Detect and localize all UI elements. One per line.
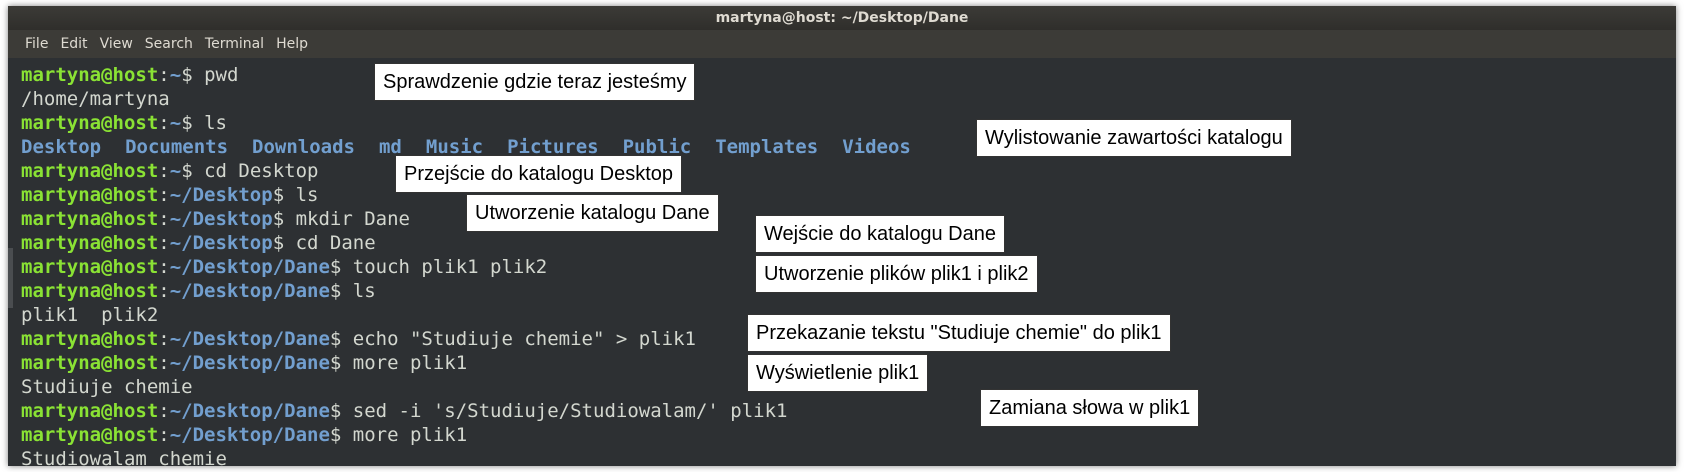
output-text: Studiuje chemie	[21, 376, 193, 398]
command-text: sed -i 's/Studiuje/Studiowalam/' plik1	[341, 400, 788, 422]
prompt-path: ~/Desktop/Dane	[169, 424, 330, 446]
prompt-colon: :	[158, 328, 170, 350]
prompt-line: martyna@host:~/Desktop/Dane$ more plik1	[21, 423, 911, 447]
prompt-symbol: $	[329, 280, 342, 302]
scroll-indicator	[8, 248, 13, 308]
annotation-mkdir: Utworzenie katalogu Dane	[466, 194, 719, 232]
prompt-path: ~/Desktop	[169, 232, 273, 254]
prompt-path: ~/Desktop/Dane	[169, 400, 330, 422]
prompt-colon: :	[158, 208, 170, 230]
prompt-colon: :	[158, 184, 170, 206]
prompt-user: martyna@host	[21, 112, 159, 134]
output-text: Studiowalam chemie	[21, 448, 227, 470]
prompt-symbol: $	[329, 256, 342, 278]
annotation-touch: Utworzenie plików plik1 i plik2	[755, 255, 1038, 293]
prompt-user: martyna@host	[21, 160, 159, 182]
prompt-path: ~/Desktop/Dane	[169, 280, 330, 302]
prompt-symbol: $	[272, 232, 285, 254]
prompt-user: martyna@host	[21, 232, 159, 254]
menu-edit[interactable]: Edit	[54, 30, 93, 58]
prompt-path: ~	[169, 64, 182, 86]
prompt-user: martyna@host	[21, 256, 159, 278]
annotation-sed: Zamiana słowa w plik1	[980, 389, 1200, 427]
prompt-colon: :	[158, 232, 170, 254]
prompt-symbol: $	[329, 328, 342, 350]
directory-item: Videos	[842, 136, 911, 158]
prompt-user: martyna@host	[21, 64, 159, 86]
prompt-user: martyna@host	[21, 352, 159, 374]
directory-item: Desktop	[21, 136, 102, 158]
menu-bar: File Edit View Search Terminal Help	[8, 30, 1676, 58]
prompt-symbol: $	[181, 64, 193, 86]
output-line: Studiowalam chemie	[21, 447, 911, 471]
prompt-colon: :	[158, 352, 170, 374]
prompt-symbol: $	[272, 184, 285, 206]
prompt-symbol: $	[329, 424, 342, 446]
prompt-user: martyna@host	[21, 280, 159, 302]
menu-help[interactable]: Help	[270, 30, 314, 58]
prompt-path: ~/Desktop/Dane	[169, 256, 330, 278]
command-text: more plik1	[341, 424, 468, 446]
prompt-line: martyna@host:~/Desktop/Dane$ sed -i 's/S…	[21, 399, 911, 423]
prompt-colon: :	[158, 280, 170, 302]
annotation-more: Wyświetlenie plik1	[747, 354, 929, 392]
menu-view[interactable]: View	[94, 30, 139, 58]
annotation-cd-dane: Wejście do katalogu Dane	[755, 215, 1005, 253]
directory-item: Documents	[125, 136, 229, 158]
prompt-symbol: $	[329, 400, 342, 422]
prompt-symbol: $	[329, 352, 342, 374]
command-text: more plik1	[341, 352, 468, 374]
annotation-ls: Wylistowanie zawartości katalogu	[976, 119, 1292, 157]
command-text: cd Desktop	[192, 160, 319, 182]
menu-terminal[interactable]: Terminal	[199, 30, 270, 58]
prompt-colon: :	[158, 64, 170, 86]
prompt-user: martyna@host	[21, 208, 159, 230]
command-text: mkdir Dane	[284, 208, 410, 230]
annotation-echo: Przekazanie tekstu "Studiuje chemie" do …	[747, 314, 1171, 352]
directory-item: Downloads	[252, 136, 355, 158]
command-text: ls	[192, 112, 227, 134]
prompt-symbol: $	[181, 112, 193, 134]
menu-search[interactable]: Search	[139, 30, 199, 58]
prompt-user: martyna@host	[21, 328, 159, 350]
command-text: pwd	[192, 64, 239, 86]
command-text: ls	[284, 184, 319, 206]
directory-item: Templates	[715, 136, 819, 158]
prompt-colon: :	[158, 160, 170, 182]
prompt-path: ~/Desktop	[169, 208, 273, 230]
prompt-colon: :	[158, 400, 170, 422]
output-text: plik1 plik2	[21, 304, 159, 326]
output-text: /home/martyna	[21, 88, 170, 110]
window-title-bar[interactable]: martyna@host: ~/Desktop/Dane	[8, 6, 1676, 30]
prompt-user: martyna@host	[21, 400, 159, 422]
prompt-colon: :	[158, 256, 170, 278]
prompt-line: martyna@host:~$ ls	[21, 111, 911, 135]
command-text: ls	[341, 280, 376, 302]
prompt-path: ~/Desktop	[169, 184, 273, 206]
prompt-colon: :	[158, 112, 170, 134]
prompt-user: martyna@host	[21, 184, 159, 206]
command-text: touch plik1 plik2	[341, 256, 548, 278]
annotation-cd-desktop: Przejście do katalogu Desktop	[395, 155, 683, 193]
prompt-path: ~/Desktop/Dane	[169, 352, 330, 374]
prompt-user: martyna@host	[21, 424, 159, 446]
command-text: echo "Studiuje chemie" > plik1	[341, 328, 696, 350]
prompt-path: ~	[169, 112, 182, 134]
prompt-path: ~	[169, 160, 182, 182]
prompt-path: ~/Desktop/Dane	[169, 328, 330, 350]
prompt-symbol: $	[181, 160, 193, 182]
window-title: martyna@host: ~/Desktop/Dane	[715, 10, 969, 26]
command-text: cd Dane	[284, 232, 376, 254]
annotation-pwd: Sprawdzenie gdzie teraz jesteśmy	[374, 63, 696, 101]
prompt-symbol: $	[272, 208, 285, 230]
menu-file[interactable]: File	[8, 30, 54, 58]
prompt-colon: :	[158, 424, 170, 446]
